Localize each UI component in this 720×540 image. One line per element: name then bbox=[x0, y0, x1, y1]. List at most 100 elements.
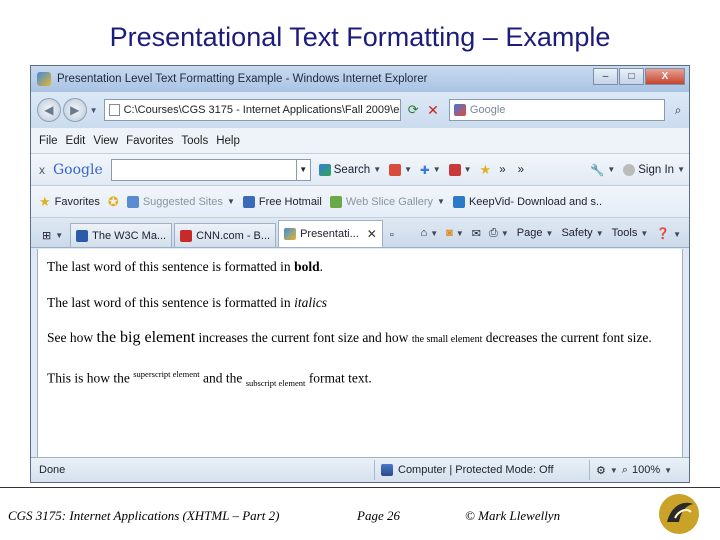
tab-cnn[interactable]: CNN.com - B... bbox=[174, 223, 277, 247]
help-icon: ❓ bbox=[656, 227, 671, 240]
chevron-down-icon: ▼ bbox=[226, 197, 235, 206]
share-icon bbox=[448, 163, 461, 176]
menu-help[interactable]: Help bbox=[216, 135, 240, 147]
read-mail-button[interactable]: ✉ bbox=[472, 227, 481, 240]
favorites-bar: ★ Favorites ✪ Suggested Sites ▼ Free Hot… bbox=[31, 186, 689, 218]
search-input[interactable]: Google bbox=[448, 99, 666, 121]
footer-divider bbox=[0, 487, 720, 488]
toolbar-tool-button[interactable]: ▼ bbox=[389, 163, 413, 176]
quick-tabs-button[interactable]: ⊞ ▼ bbox=[37, 223, 68, 247]
new-tab-button[interactable]: ▫ bbox=[385, 223, 399, 247]
chevron-down-icon: ▼ bbox=[404, 165, 413, 174]
sign-in-button[interactable]: Sign In ▼ bbox=[623, 163, 685, 176]
line-text: This is how the bbox=[47, 370, 134, 386]
share-button[interactable]: ▼ bbox=[448, 163, 472, 176]
settings-button[interactable]: 🔧 ▼ bbox=[590, 163, 615, 177]
tools-menu-label: Tools bbox=[611, 227, 638, 239]
tab-label: CNN.com - B... bbox=[196, 229, 271, 242]
fav-link-free-hotmail[interactable]: Free Hotmail bbox=[242, 195, 322, 208]
zoom-level: 100% bbox=[631, 464, 661, 476]
menu-view[interactable]: View bbox=[93, 135, 118, 147]
w3c-favicon bbox=[76, 229, 89, 242]
chevron-down-icon: ▼ bbox=[55, 230, 64, 240]
minimize-button[interactable]: – bbox=[593, 68, 618, 85]
chevron-down-icon: ▼ bbox=[607, 165, 616, 174]
content-line-bold: The last word of this sentence is format… bbox=[47, 259, 323, 275]
fav-link-web-slice-gallery[interactable]: Web Slice Gallery ▼ bbox=[329, 195, 445, 208]
tab-w3c[interactable]: The W3C Ma... bbox=[70, 223, 173, 247]
content-line-italic: The last word of this sentence is format… bbox=[47, 295, 327, 311]
slide-title: Presentational Text Formatting – Example bbox=[109, 22, 611, 52]
zoom-control[interactable]: ⚙ ▼ ⌕ 100% ▼ bbox=[589, 460, 689, 480]
google-search-input[interactable]: ▼ bbox=[110, 158, 311, 181]
title-bar[interactable]: Presentation Level Text Formatting Examp… bbox=[31, 66, 689, 92]
security-zone[interactable]: Computer | Protected Mode: Off bbox=[374, 460, 589, 480]
print-button[interactable]: ⎙ ▼ bbox=[489, 227, 509, 240]
add-favorite-icon: ✪ bbox=[107, 193, 119, 209]
maximize-button[interactable]: □ bbox=[619, 68, 644, 85]
chevron-down-icon: ▼ bbox=[677, 165, 685, 174]
window-title: Presentation Level Text Formatting Examp… bbox=[57, 73, 428, 85]
menu-tools[interactable]: Tools bbox=[181, 135, 208, 147]
chevron-down-icon: ▼ bbox=[664, 465, 673, 475]
star-button[interactable]: ★ bbox=[480, 162, 492, 178]
ucf-pegasus-logo bbox=[655, 488, 703, 538]
line-text: format text. bbox=[305, 370, 372, 386]
fav-link-label: Web Slice Gallery bbox=[345, 195, 434, 208]
help-button[interactable]: ❓ ▼ bbox=[656, 227, 681, 240]
zone-label: Computer | Protected Mode: Off bbox=[398, 464, 554, 476]
big-text: the big element bbox=[96, 329, 196, 346]
back-button[interactable]: ◀ bbox=[37, 98, 61, 122]
small-text: the small element bbox=[411, 334, 483, 345]
stop-icon: ✕ bbox=[427, 101, 439, 118]
more-tools-button-2[interactable]: » bbox=[518, 164, 524, 176]
menu-favorites[interactable]: Favorites bbox=[126, 135, 173, 147]
grid-icon: ⊞ bbox=[42, 229, 52, 242]
forward-button[interactable]: ▶ bbox=[62, 98, 87, 122]
add-favorite-button[interactable]: ✪ bbox=[108, 194, 119, 210]
bookmark-icon bbox=[389, 163, 402, 176]
star-icon: ★ bbox=[479, 161, 492, 177]
page-menu[interactable]: Page ▼ bbox=[517, 227, 554, 239]
close-tab-icon[interactable]: ✕ bbox=[367, 227, 377, 241]
menu-edit[interactable]: Edit bbox=[66, 135, 86, 147]
address-input[interactable]: C:\Courses\CGS 3175 - Internet Applicati… bbox=[103, 99, 402, 121]
tab-presentation[interactable]: Presentati... ✕ bbox=[278, 220, 383, 247]
favorites-button[interactable]: ★ Favorites bbox=[39, 194, 100, 210]
plus-icon: ✚ bbox=[420, 164, 430, 177]
home-button[interactable]: ⌂ ▼ bbox=[420, 227, 438, 239]
fav-link-label: KeepVid- Download and s.. bbox=[468, 195, 603, 208]
google-search-button[interactable]: Search ▼ bbox=[318, 163, 381, 176]
more-tools-button[interactable]: » bbox=[499, 164, 505, 176]
tools-menu[interactable]: Tools ▼ bbox=[612, 227, 649, 239]
menu-file[interactable]: File bbox=[39, 135, 58, 147]
line-text: See how bbox=[47, 330, 97, 345]
stop-button[interactable]: ✕ bbox=[423, 99, 443, 121]
hotmail-icon bbox=[242, 195, 255, 208]
refresh-icon: ⟳ bbox=[407, 102, 419, 117]
google-toolbar: x Google ▼ Search ▼ ▼ ✚ ▼ ▼ ★ » » 🔧 ▼ Si… bbox=[31, 154, 689, 186]
content-line-sup-sub: This is how the superscript element and … bbox=[47, 369, 372, 388]
line-text: increases the current font size and how bbox=[195, 330, 412, 345]
feeds-button[interactable]: ◙ ▼ bbox=[446, 227, 464, 239]
line-text: The last word of this sentence is format… bbox=[47, 259, 295, 274]
refresh-button[interactable]: ⟳ bbox=[403, 99, 423, 121]
close-button[interactable]: X bbox=[645, 68, 685, 85]
command-bar: ⌂ ▼ ◙ ▼ ✉ ⎙ ▼ Page ▼ Safety ▼ Tools ▼ ❓ … bbox=[420, 219, 689, 247]
fav-link-suggested-sites[interactable]: Suggested Sites ▼ bbox=[126, 195, 235, 208]
fav-link-label: Suggested Sites bbox=[142, 195, 223, 208]
recent-pages-dropdown[interactable]: ▼ bbox=[90, 106, 98, 115]
address-bar-row: ◀ ▶ ▼ C:\Courses\CGS 3175 - Internet App… bbox=[31, 92, 689, 128]
toolbar-close-button[interactable]: x bbox=[39, 163, 45, 177]
search-button[interactable]: ⌕ bbox=[667, 99, 689, 121]
add-button[interactable]: ✚ ▼ bbox=[420, 163, 441, 177]
line-text: . bbox=[319, 259, 323, 274]
tab-label: The W3C Ma... bbox=[92, 229, 167, 242]
fav-link-keepvid[interactable]: KeepVid- Download and s.. bbox=[452, 195, 603, 208]
fav-link-label: Free Hotmail bbox=[258, 195, 322, 208]
cnn-favicon bbox=[180, 229, 193, 242]
favorites-label: Favorites bbox=[54, 195, 100, 208]
page-menu-label: Page bbox=[516, 227, 543, 239]
safety-menu[interactable]: Safety ▼ bbox=[561, 227, 603, 239]
chevron-down-icon[interactable]: ▼ bbox=[295, 159, 310, 180]
